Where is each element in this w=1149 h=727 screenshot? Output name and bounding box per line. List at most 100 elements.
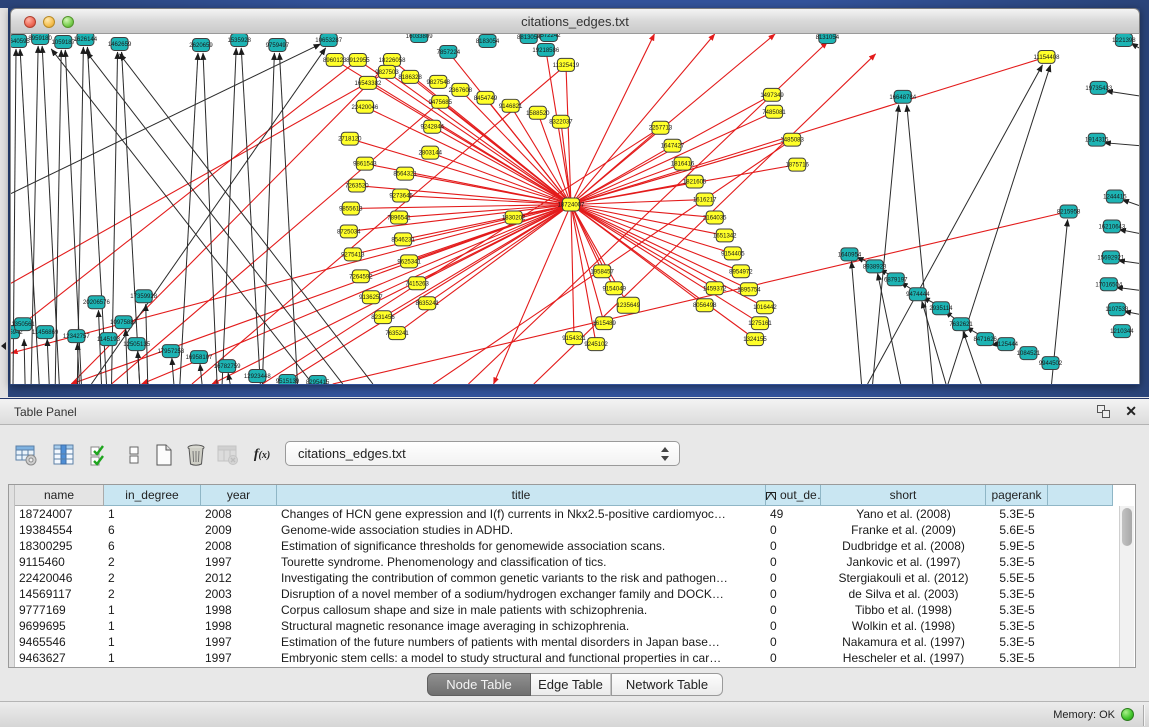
network-view-window[interactable]: citations_edges.txt 16405958959180105918…	[10, 8, 1140, 385]
table-cell[interactable]: de Silva et al. (2003)	[821, 586, 986, 602]
table-cell[interactable]: Stergiakouli et al. (2012)	[821, 570, 986, 586]
table-cell[interactable]: Investigating the contribution of common…	[277, 570, 766, 586]
table-cell[interactable]: 0	[766, 650, 821, 666]
table-cell[interactable]: Structural magnetic resonance image aver…	[277, 618, 766, 634]
table-cell[interactable]: 0	[766, 522, 821, 538]
table-row[interactable]: 969969511998Structural magnetic resonanc…	[15, 618, 1113, 634]
citation-edge-red[interactable]	[397, 205, 571, 334]
table-cell[interactable]: 0	[766, 586, 821, 602]
table-cell[interactable]: 0	[766, 570, 821, 586]
close-panel-icon[interactable]: ✕	[1125, 403, 1137, 420]
table-cell[interactable]: 5.6E-5	[986, 522, 1048, 538]
table-cell[interactable]: 14569117	[15, 586, 104, 602]
table-cell[interactable]: 6	[104, 522, 201, 538]
table-cell[interactable]: 2008	[201, 506, 277, 522]
table-cell[interactable]	[1048, 570, 1113, 586]
tab-network-table[interactable]: Network Table	[611, 673, 723, 696]
column-header-short[interactable]: short	[821, 485, 986, 506]
citation-edge-black[interactable]	[200, 364, 202, 384]
table-row[interactable]: 946362711997Embryonic stem cells: a mode…	[15, 650, 1113, 666]
table-cell[interactable]: 1	[104, 650, 201, 666]
table-cell[interactable]: 1997	[201, 554, 277, 570]
citation-edge-black[interactable]	[11, 44, 321, 194]
table-cell[interactable]: 9465546	[15, 634, 104, 650]
table-cell[interactable]: Nakamura et al. (1997)	[821, 634, 986, 650]
table-cell[interactable]: 6	[104, 538, 201, 554]
table-cell[interactable]: 5.3E-5	[986, 554, 1048, 570]
table-cell[interactable]: 5.3E-5	[986, 586, 1048, 602]
table-row[interactable]: 911546021997Tourette syndrome. Phenomeno…	[15, 554, 1113, 570]
table-cell[interactable]: Disruption of a novel member of a sodium…	[277, 586, 766, 602]
tab-edge-table[interactable]: Edge Table	[531, 673, 611, 696]
column-header-name[interactable]: name	[15, 485, 104, 506]
row-height-icon[interactable]	[120, 441, 148, 469]
table-cell[interactable]: 5.9E-5	[986, 538, 1048, 554]
column-header-title[interactable]: title	[277, 485, 766, 506]
citation-edge-black[interactable]	[24, 339, 25, 384]
delete-column-icon[interactable]	[182, 441, 210, 469]
table-cell[interactable]: 18724007	[15, 506, 104, 522]
table-row[interactable]: 2242004622012Investigating the contribut…	[15, 570, 1113, 586]
table-cell[interactable]	[1048, 586, 1113, 602]
table-cell[interactable]: 1998	[201, 618, 277, 634]
table-cell[interactable]: 9463627	[15, 650, 104, 666]
table-cell[interactable]: 9115460	[15, 554, 104, 570]
citation-edge-red[interactable]	[571, 205, 725, 236]
table-cell[interactable]: 2009	[201, 522, 277, 538]
table-cell[interactable]: Dudbridge et al. (2008)	[821, 538, 986, 554]
citation-edge-red[interactable]	[282, 205, 571, 384]
table-cell[interactable]: 5.3E-5	[986, 506, 1048, 522]
table-cell[interactable]: 22420046	[15, 570, 104, 586]
citation-edge-red[interactable]	[571, 205, 574, 339]
table-row[interactable]: 946554611997Estimation of the future num…	[15, 634, 1113, 650]
table-cell[interactable]	[1048, 602, 1113, 618]
table-cell[interactable]: 1	[104, 618, 201, 634]
table-cell[interactable]: 1997	[201, 634, 277, 650]
table-cell[interactable]: 2012	[201, 570, 277, 586]
table-cell[interactable]: 19384554	[15, 522, 104, 538]
citation-edge-red[interactable]	[11, 205, 571, 354]
table-cell[interactable]: Tibbo et al. (1998)	[821, 602, 986, 618]
table-cell[interactable]: 2008	[201, 538, 277, 554]
table-cell[interactable]	[1048, 522, 1113, 538]
table-cell[interactable]	[1048, 506, 1113, 522]
table-row[interactable]: 1938455462009Genome-wide association stu…	[15, 522, 1113, 538]
table-cell[interactable]: Jankovic et al. (1997)	[821, 554, 986, 570]
table-cell[interactable]: Tourette syndrome. Phenomenology and cla…	[277, 554, 766, 570]
create-column-icon[interactable]	[150, 441, 178, 469]
citation-edge-black[interactable]	[120, 54, 373, 384]
splitter-collapse-icon[interactable]	[1, 342, 6, 350]
table-cell[interactable]: Hescheler et al. (1997)	[821, 650, 986, 666]
table-cell[interactable]: 0	[766, 538, 821, 554]
table-cell[interactable]	[1048, 538, 1113, 554]
column-header-indegree[interactable]: in_degree	[104, 485, 201, 506]
citation-network-graph[interactable]: 1640595895918010591871626144146265926206…	[11, 34, 1139, 384]
citation-edge-red[interactable]	[333, 211, 1069, 384]
table-cell[interactable]: 9699695	[15, 618, 104, 634]
table-cell[interactable]: 0	[766, 618, 821, 634]
memory-ok-icon[interactable]	[1121, 708, 1134, 721]
citation-edge-red[interactable]	[571, 57, 1047, 205]
table-mode-icon[interactable]	[12, 441, 40, 469]
table-cell[interactable]: 2	[104, 570, 201, 586]
table-cell[interactable]: 9777169	[15, 602, 104, 618]
table-cell[interactable]: Estimation of the future numbers of pati…	[277, 634, 766, 650]
table-cell[interactable]	[1048, 650, 1113, 666]
table-cell[interactable]	[1048, 634, 1113, 650]
table-cell[interactable]: Embryonic stem cells: a model to study s…	[277, 650, 766, 666]
table-row[interactable]: 1830029562008Estimation of significance …	[15, 538, 1113, 554]
citation-edge-black[interactable]	[1104, 143, 1139, 146]
show-columns-icon[interactable]	[50, 441, 78, 469]
function-builder-icon[interactable]: f(x)	[248, 441, 276, 469]
table-cell[interactable]: 5.3E-5	[986, 618, 1048, 634]
citation-edge-black[interactable]	[222, 48, 236, 384]
citation-edge-red[interactable]	[571, 34, 775, 205]
table-row[interactable]: 1872400712008Changes of HCN gene express…	[15, 506, 1113, 522]
table-cell[interactable]: 0	[766, 554, 821, 570]
citation-edge-black[interactable]	[851, 261, 861, 384]
citation-edge-black[interactable]	[138, 351, 140, 384]
table-cell[interactable]: 2	[104, 554, 201, 570]
table-row[interactable]: 977716911998Corpus callosum shape and si…	[15, 602, 1113, 618]
table-cell[interactable]: Estimation of significance thresholds fo…	[277, 538, 766, 554]
table-cell[interactable]: 1998	[201, 602, 277, 618]
